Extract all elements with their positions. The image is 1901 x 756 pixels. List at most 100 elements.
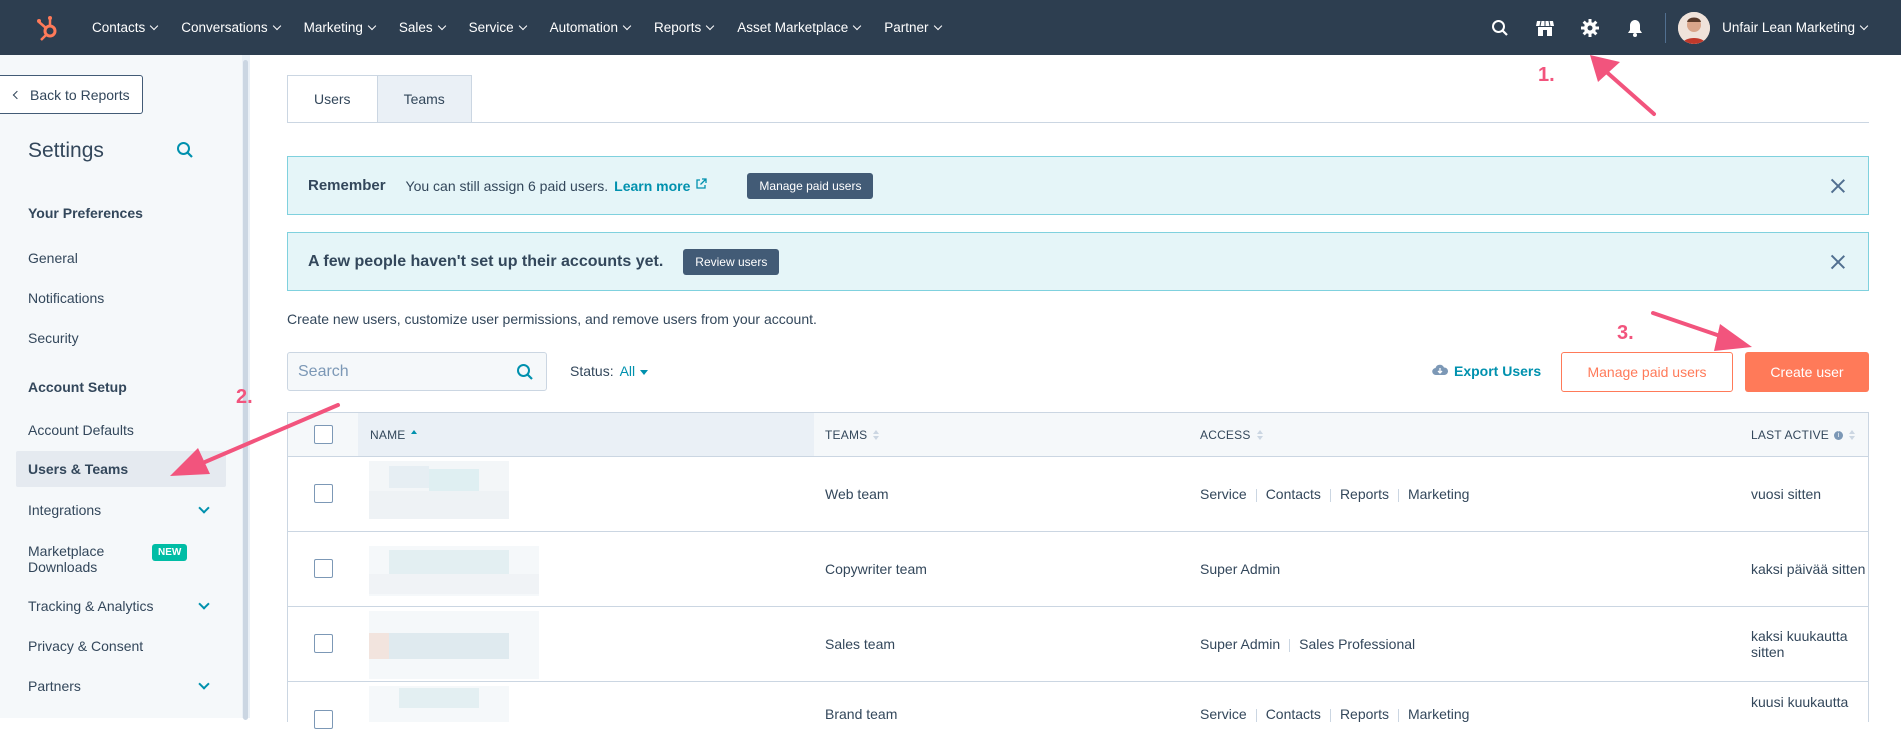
settings-search-icon[interactable] xyxy=(176,141,194,164)
sidebar-item-label: Partners xyxy=(28,678,81,694)
access-item: Contacts xyxy=(1265,706,1321,722)
setup-alert: A few people haven't set up their accoun… xyxy=(287,232,1869,291)
user-team: Brand team xyxy=(825,706,898,722)
sidebar-item-label: Integrations xyxy=(28,502,102,518)
bell-icon[interactable] xyxy=(1612,0,1657,55)
column-header-name[interactable]: NAME xyxy=(370,428,418,442)
sidebar-item-partners[interactable]: Partners xyxy=(28,678,218,694)
header-label: TEAMS xyxy=(825,428,868,442)
account-menu[interactable]: Unfair Lean Marketing xyxy=(1722,20,1869,35)
table-row[interactable]: Web team Service Contacts Reports Marketing… xyxy=(288,457,1868,532)
nav-label: Service xyxy=(468,20,514,35)
column-header-last-active[interactable]: LAST ACTIVE i xyxy=(1751,428,1856,442)
access-item: Reports xyxy=(1339,486,1389,502)
search-icon[interactable] xyxy=(516,363,534,386)
status-filter[interactable]: Status: All xyxy=(570,363,649,379)
user-access: Super Admin Sales Professional xyxy=(1200,636,1415,652)
column-header-teams[interactable]: TEAMS xyxy=(825,428,880,442)
row-checkbox[interactable] xyxy=(314,484,333,503)
table-row[interactable]: Copywriter team Super Admin kaksi päivää… xyxy=(288,532,1868,607)
manage-paid-users-button[interactable]: Manage paid users xyxy=(1561,352,1733,392)
blurred-user-name xyxy=(369,461,509,519)
sidebar-item-integrations[interactable]: Integrations xyxy=(28,502,218,518)
avatar[interactable] xyxy=(1678,11,1711,44)
manage-paid-users-button[interactable]: Manage paid users xyxy=(747,172,874,199)
learn-more-link[interactable]: Learn more xyxy=(614,178,690,194)
back-to-reports-button[interactable]: Back to Reports xyxy=(0,75,143,114)
arrow-to-create-user xyxy=(1651,311,1752,351)
column-header-access[interactable]: ACCESS xyxy=(1200,428,1263,442)
tab-users[interactable]: Users xyxy=(287,75,378,123)
nav-label: Sales xyxy=(398,20,433,35)
nav-marketing[interactable]: Marketing xyxy=(304,20,377,35)
review-users-button[interactable]: Review users xyxy=(683,248,780,275)
nav-label: Partner xyxy=(884,20,929,35)
blurred-user-name xyxy=(369,546,539,596)
user-access: Super Admin xyxy=(1200,561,1280,577)
row-checkbox[interactable] xyxy=(314,559,333,578)
search-placeholder: Search xyxy=(298,362,349,380)
header-label: LAST ACTIVE xyxy=(1751,428,1830,442)
table-row[interactable]: Brand team Service Contacts Reports Marketi… xyxy=(288,682,1868,729)
header-label: ACCESS xyxy=(1200,428,1251,442)
chevron-down-icon xyxy=(933,21,942,30)
access-item: Super Admin xyxy=(1200,561,1281,577)
chevron-down-icon xyxy=(705,21,715,30)
info-icon[interactable]: i xyxy=(1834,430,1844,440)
sidebar-item-security[interactable]: Security xyxy=(28,330,218,346)
main-menu: Contacts Conversations Marketing Sales S… xyxy=(92,20,965,35)
access-item: Service xyxy=(1200,706,1247,722)
nav-reports[interactable]: Reports xyxy=(654,20,715,35)
nav-label: Conversations xyxy=(181,20,268,35)
chevron-down-icon xyxy=(150,21,159,30)
search-icon[interactable] xyxy=(1477,0,1522,55)
search-input[interactable]: Search xyxy=(287,352,547,391)
create-user-button[interactable]: Create user xyxy=(1745,352,1869,392)
chevron-down-icon xyxy=(198,502,210,514)
user-last-active: kaksi kuukautta sitten xyxy=(1751,628,1848,660)
hubspot-logo[interactable] xyxy=(24,0,72,55)
user-access: Service Contacts Reports Marketing xyxy=(1200,486,1469,502)
chevron-down-icon xyxy=(198,598,210,610)
sidebar-item-marketplace-downloads[interactable]: Marketplace Downloads xyxy=(28,543,148,575)
tab-bar: Users Teams xyxy=(287,75,472,123)
nav-asset-marketplace[interactable]: Asset Marketplace xyxy=(737,20,862,35)
annotation-step-2: 2. xyxy=(236,386,253,408)
gear-icon[interactable] xyxy=(1567,0,1612,55)
row-checkbox[interactable] xyxy=(314,710,333,729)
status-value[interactable]: All xyxy=(620,363,636,379)
nav-sales[interactable]: Sales xyxy=(398,20,446,35)
sidebar-item-notifications[interactable]: Notifications xyxy=(28,290,218,306)
nav-utilities: Unfair Lean Marketing xyxy=(1477,0,1901,55)
export-users-button[interactable]: Export Users xyxy=(1432,363,1541,379)
top-navigation-bar: Contacts Conversations Marketing Sales S… xyxy=(0,0,1901,55)
nav-conversations[interactable]: Conversations xyxy=(181,20,281,35)
row-checkbox[interactable] xyxy=(314,634,333,653)
sidebar-item-privacy-consent[interactable]: Privacy & Consent xyxy=(28,638,218,654)
user-team: Web team xyxy=(825,486,889,502)
chevron-down-icon xyxy=(198,678,210,690)
sidebar-item-account-defaults[interactable]: Account Defaults xyxy=(28,422,218,438)
table-row[interactable]: Sales team Super Admin Sales Professional… xyxy=(288,607,1868,682)
chevron-down-icon xyxy=(437,21,446,30)
sidebar-item-tracking-analytics[interactable]: Tracking & Analytics xyxy=(28,598,218,614)
user-last-active: kaksi päivää sitten xyxy=(1751,561,1866,577)
nav-automation[interactable]: Automation xyxy=(550,20,632,35)
chevron-left-icon xyxy=(12,90,22,99)
sidebar-item-general[interactable]: General xyxy=(28,250,218,266)
marketplace-icon[interactable] xyxy=(1522,0,1567,55)
close-icon[interactable] xyxy=(1830,178,1846,194)
section-your-preferences: Your Preferences xyxy=(28,205,143,221)
sort-icon xyxy=(873,430,880,440)
tab-teams[interactable]: Teams xyxy=(377,75,472,123)
table-header: NAME TEAMS ACCESS LAST ACTIVE i xyxy=(288,413,1868,457)
sidebar-item-users-teams[interactable]: Users & Teams xyxy=(16,451,226,487)
nav-contacts[interactable]: Contacts xyxy=(92,20,159,35)
section-account-setup: Account Setup xyxy=(28,379,127,395)
select-all-checkbox[interactable] xyxy=(314,425,333,444)
nav-label: Contacts xyxy=(92,20,146,35)
nav-service[interactable]: Service xyxy=(468,20,527,35)
remember-alert: Remember You can still assign 6 paid use… xyxy=(287,156,1869,215)
close-icon[interactable] xyxy=(1830,254,1846,270)
nav-partner[interactable]: Partner xyxy=(884,20,942,35)
